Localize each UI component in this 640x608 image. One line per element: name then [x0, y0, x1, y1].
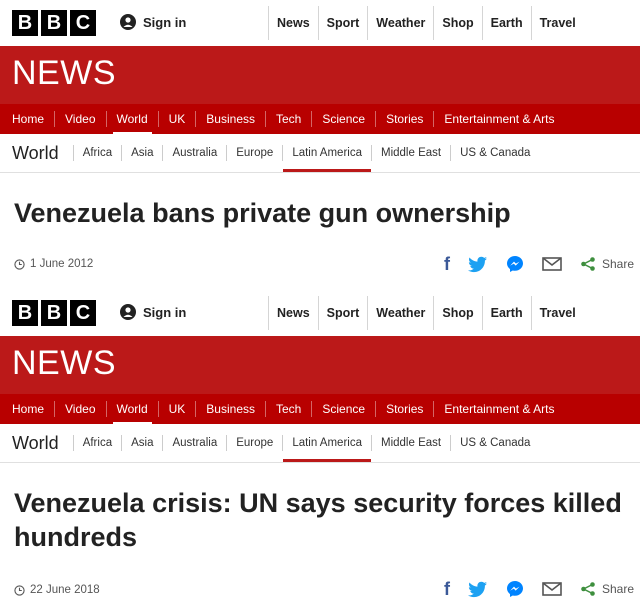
article-date: 1 June 2012 [14, 254, 93, 274]
menu-science[interactable]: Science [311, 401, 375, 417]
date-text: 22 June 2018 [30, 584, 100, 596]
subnav-asia[interactable]: Asia [121, 145, 162, 161]
share-tools: f Share [444, 578, 634, 600]
menu-entertainment-arts[interactable]: Entertainment & Arts [433, 111, 564, 127]
subnav-middle-east[interactable]: Middle East [371, 145, 450, 161]
logo-letter: C [70, 300, 96, 326]
subnav-australia[interactable]: Australia [162, 145, 226, 161]
subnav-europe[interactable]: Europe [226, 435, 282, 451]
subnav-latin-america[interactable]: Latin America [282, 435, 371, 462]
top-nav-travel[interactable]: Travel [530, 6, 584, 40]
sign-in-label: Sign in [143, 14, 187, 30]
menu-home[interactable]: Home [0, 111, 54, 127]
news-menu: Home Video World UK Business Tech Scienc… [0, 394, 640, 424]
menu-world[interactable]: World [105, 401, 158, 424]
bbc-logo[interactable]: B B C [12, 300, 96, 326]
sign-in-link[interactable]: Sign in [120, 14, 186, 30]
menu-home[interactable]: Home [0, 401, 54, 417]
messenger-icon[interactable] [506, 255, 524, 273]
article-screenshot-1: B B C Sign in News Sport Weather Shop Ea… [0, 0, 640, 290]
top-nav-weather[interactable]: Weather [367, 296, 433, 330]
news-banner: NEWS [0, 336, 640, 394]
bbc-top-bar: B B C Sign in News Sport Weather Shop Ea… [0, 290, 640, 336]
clock-icon [14, 584, 25, 596]
top-nav-news[interactable]: News [268, 6, 318, 40]
user-icon [120, 14, 136, 30]
article-date: 22 June 2018 [14, 580, 100, 600]
subnav-europe[interactable]: Europe [226, 145, 282, 161]
world-subnav: World Africa Asia Australia Europe Latin… [0, 424, 640, 463]
sign-in-link[interactable]: Sign in [120, 304, 186, 320]
subnav-latin-america[interactable]: Latin America [282, 145, 371, 172]
messenger-icon[interactable] [506, 580, 524, 598]
top-nav-shop[interactable]: Shop [433, 296, 481, 330]
share-tools: f Share [444, 253, 634, 275]
menu-uk[interactable]: UK [157, 401, 196, 417]
bbc-logo[interactable]: B B C [12, 10, 96, 36]
logo-letter: B [41, 10, 67, 36]
menu-tech[interactable]: Tech [265, 111, 311, 127]
twitter-icon[interactable] [467, 581, 488, 598]
subnav-australia[interactable]: Australia [162, 435, 226, 451]
menu-stories[interactable]: Stories [375, 111, 433, 127]
top-nav-weather[interactable]: Weather [367, 6, 433, 40]
email-icon[interactable] [542, 256, 562, 272]
twitter-icon[interactable] [467, 256, 488, 273]
facebook-icon[interactable]: f [444, 579, 450, 600]
menu-entertainment-arts[interactable]: Entertainment & Arts [433, 401, 564, 417]
top-nav-sport[interactable]: Sport [317, 296, 368, 330]
menu-world[interactable]: World [105, 111, 158, 134]
sign-in-label: Sign in [143, 304, 187, 320]
email-icon[interactable] [542, 581, 562, 597]
menu-science[interactable]: Science [311, 111, 375, 127]
facebook-icon[interactable]: f [444, 254, 450, 275]
news-banner: NEWS [0, 46, 640, 104]
share-label[interactable]: Share [602, 257, 634, 271]
subnav-us-canada[interactable]: US & Canada [450, 435, 539, 451]
share-label[interactable]: Share [602, 582, 634, 596]
share-icon[interactable] [580, 256, 596, 272]
logo-letter: B [12, 10, 38, 36]
top-nav-shop[interactable]: Shop [433, 6, 481, 40]
menu-business[interactable]: Business [195, 111, 265, 127]
menu-business[interactable]: Business [195, 401, 265, 417]
top-nav: News Sport Weather Shop Earth Travel [268, 6, 584, 40]
news-wordmark[interactable]: NEWS [12, 54, 116, 93]
menu-video[interactable]: Video [54, 401, 105, 417]
date-text: 1 June 2012 [30, 258, 94, 270]
article-headline: Venezuela crisis: UN says security force… [14, 488, 622, 552]
subnav-middle-east[interactable]: Middle East [371, 435, 450, 451]
news-menu: Home Video World UK Business Tech Scienc… [0, 104, 640, 134]
logo-letter: B [41, 300, 67, 326]
top-nav-news[interactable]: News [268, 296, 318, 330]
menu-uk[interactable]: UK [157, 111, 196, 127]
section-title[interactable]: World [0, 433, 73, 454]
news-wordmark[interactable]: NEWS [12, 344, 116, 383]
section-title[interactable]: World [0, 143, 73, 164]
top-nav-earth[interactable]: Earth [481, 296, 531, 330]
subnav-africa[interactable]: Africa [72, 145, 121, 161]
top-nav-sport[interactable]: Sport [317, 6, 368, 40]
subnav-africa[interactable]: Africa [72, 435, 121, 451]
menu-stories[interactable]: Stories [375, 401, 433, 417]
bbc-top-bar: B B C Sign in News Sport Weather Shop Ea… [0, 0, 640, 46]
world-subnav: World Africa Asia Australia Europe Latin… [0, 134, 640, 173]
clock-icon [14, 258, 25, 270]
logo-letter: B [12, 300, 38, 326]
menu-video[interactable]: Video [54, 111, 105, 127]
subnav-asia[interactable]: Asia [121, 435, 162, 451]
article-headline: Venezuela bans private gun ownership [14, 198, 511, 228]
top-nav-earth[interactable]: Earth [481, 6, 531, 40]
user-icon [120, 304, 136, 320]
menu-tech[interactable]: Tech [265, 401, 311, 417]
top-nav-travel[interactable]: Travel [530, 296, 584, 330]
subnav-us-canada[interactable]: US & Canada [450, 145, 539, 161]
logo-letter: C [70, 10, 96, 36]
share-icon[interactable] [580, 581, 596, 597]
article-screenshot-2: B B C Sign in News Sport Weather Shop Ea… [0, 290, 640, 608]
top-nav: News Sport Weather Shop Earth Travel [268, 296, 584, 330]
